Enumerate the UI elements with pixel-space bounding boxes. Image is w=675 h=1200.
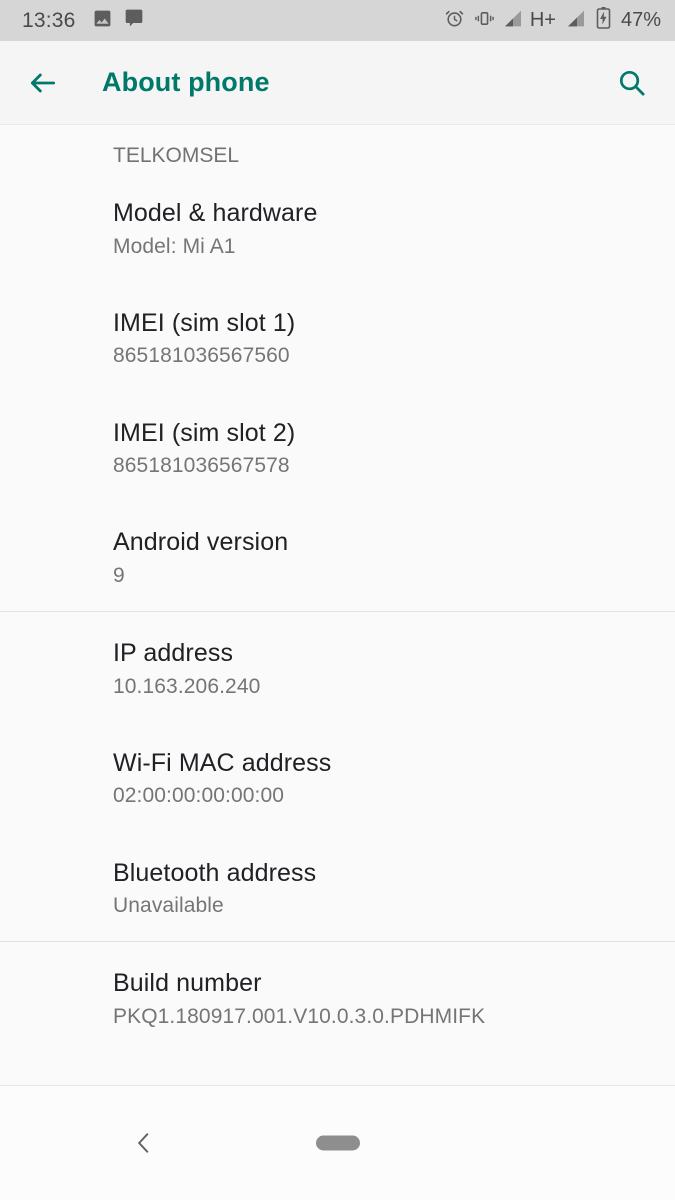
list-item-subtitle: PKQ1.180917.001.V10.0.3.0.PDHMIFK (113, 1004, 486, 1028)
list-item-imei-sim2[interactable]: IMEI (sim slot 2) 865181036567578 (0, 392, 675, 502)
list-item-title: Wi-Fi MAC address (113, 748, 332, 777)
battery-charging-icon (596, 7, 611, 34)
list-item-build-number[interactable]: Build number PKQ1.180917.001.V10.0.3.0.P… (0, 942, 675, 1052)
list-item-clipped[interactable]: TELKOMSEL (0, 125, 675, 172)
page-title: About phone (102, 67, 270, 97)
signal-sim1-icon (504, 9, 524, 33)
list-item-subtitle: 865181036567578 (113, 454, 290, 477)
clipped-item-subtitle: TELKOMSEL (113, 144, 240, 167)
list-item-subtitle: 02:00:00:00:00:00 (113, 784, 285, 808)
list-item-title: Model & hardware (113, 199, 318, 227)
list-item-title: Bluetooth address (113, 858, 317, 887)
alarm-icon (444, 8, 465, 34)
list-item-android-version[interactable]: Android version 9 (0, 501, 675, 611)
list-item-title: IP address (113, 639, 234, 667)
list-item-wifi-mac-address[interactable]: Wi-Fi MAC address 02:00:00:00:00:00 (0, 722, 675, 832)
nav-home-pill[interactable] (315, 1135, 360, 1151)
status-bar: 13:36 H+ 47% (0, 0, 675, 41)
list-item-subtitle: 10.163.206.240 (113, 674, 261, 698)
list-item-ip-address[interactable]: IP address 10.163.206.240 (0, 612, 675, 722)
about-phone-list[interactable]: TELKOMSEL Model & hardware Model: Mi A1 … (0, 125, 675, 1085)
vibrate-icon (474, 8, 495, 34)
list-item-subtitle: 9 (113, 563, 125, 587)
list-item-model-hardware[interactable]: Model & hardware Model: Mi A1 (0, 172, 675, 282)
signal-sim2-icon (567, 9, 587, 33)
network-type-label: H+ (529, 9, 556, 31)
search-icon[interactable] (611, 63, 651, 103)
list-item-subtitle: Unavailable (113, 894, 224, 917)
status-bar-clock: 13:36 (22, 8, 76, 32)
list-item-title: Android version (113, 528, 289, 557)
list-item-subtitle: 865181036567560 (113, 344, 290, 368)
list-item-title: Build number (113, 969, 262, 998)
list-item-bluetooth-address[interactable]: Bluetooth address Unavailable (0, 832, 675, 942)
status-bar-notification-icons (92, 8, 144, 34)
app-bar: About phone (0, 41, 675, 125)
nav-back-icon[interactable] (124, 1123, 164, 1163)
chat-bubble-icon (124, 8, 144, 33)
list-item-title: IMEI (sim slot 2) (113, 418, 296, 447)
system-navigation-bar (0, 1085, 675, 1200)
list-item-title: IMEI (sim slot 1) (113, 308, 296, 337)
list-item-imei-sim1[interactable]: IMEI (sim slot 1) 865181036567560 (0, 282, 675, 392)
photo-icon (92, 8, 113, 34)
back-arrow-icon[interactable] (26, 66, 60, 100)
battery-percent-label: 47% (620, 9, 661, 31)
status-bar-system-icons: H+ 47% (444, 7, 661, 34)
list-item-subtitle: Model: Mi A1 (113, 234, 236, 258)
